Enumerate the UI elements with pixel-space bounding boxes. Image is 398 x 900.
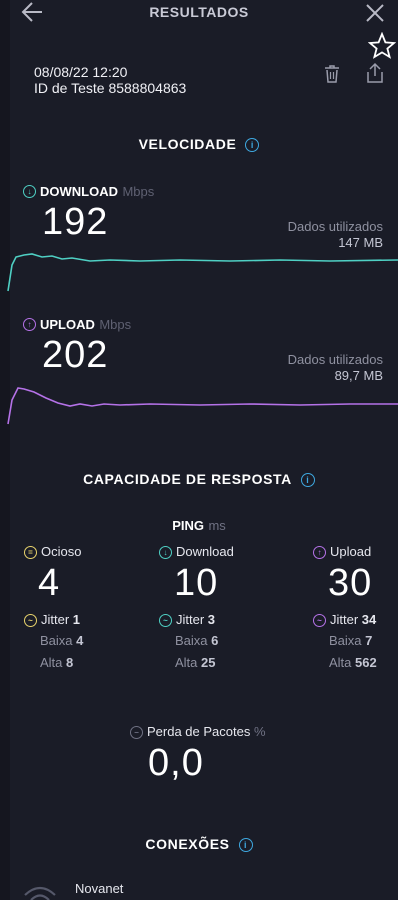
- high-upload-label: Alta: [329, 655, 352, 670]
- ping-idle-label: Ocioso: [41, 544, 82, 559]
- share-button[interactable]: [365, 62, 385, 84]
- jitter-download-label: Jitter: [176, 612, 205, 627]
- connections-title-text: CONEXÕES: [145, 836, 230, 852]
- ping-upload-value: 30: [328, 562, 373, 604]
- ping-unit: ms: [208, 518, 226, 533]
- low-idle: Baixa 4: [40, 633, 83, 648]
- delete-button[interactable]: [322, 64, 342, 84]
- jitter-idle: ~ Jitter 1: [24, 612, 81, 628]
- ping-upload-label: Upload: [330, 544, 372, 559]
- jitter-idle-value: 1: [72, 612, 81, 627]
- jitter-idle-icon: ~: [24, 614, 37, 628]
- jitter-idle-label: Jitter: [41, 612, 70, 627]
- upload-graph: [7, 387, 398, 425]
- high-upload: Alta 562: [329, 655, 377, 670]
- upload-value: 202: [42, 334, 109, 376]
- responsiveness-title-text: CAPACIDADE DE RESPOSTA: [83, 471, 292, 487]
- test-id: ID de Teste 8588804863: [34, 80, 187, 96]
- ping-idle-value: 4: [38, 562, 61, 604]
- download-graph-line: [7, 253, 398, 292]
- ping-download-header: ↓ Download: [159, 544, 234, 560]
- upload-data-label: Dados utilizados: [287, 352, 383, 367]
- low-upload-label: Baixa: [329, 633, 362, 648]
- speed-info-icon[interactable]: i: [245, 138, 260, 153]
- low-upload: Baixa 7: [329, 633, 372, 648]
- ping-download-icon: ↓: [159, 546, 172, 560]
- ping-upload-header: ↑ Upload: [313, 544, 372, 560]
- low-download-label: Baixa: [175, 633, 208, 648]
- screen-title: RESULTADOS: [149, 4, 249, 20]
- jitter-download-value: 3: [207, 612, 216, 627]
- download-value: 192: [42, 201, 109, 243]
- high-upload-value: 562: [355, 655, 377, 670]
- low-idle-value: 4: [76, 633, 84, 648]
- packet-loss-icon: −: [130, 726, 143, 740]
- low-upload-value: 7: [365, 633, 373, 648]
- high-idle: Alta 8: [40, 655, 73, 670]
- upload-header: ↑ UPLOAD Mbps: [23, 316, 131, 334]
- packet-loss-value: 0,0: [148, 742, 204, 784]
- high-download-label: Alta: [175, 655, 198, 670]
- upload-graph-line: [7, 387, 398, 425]
- download-header: ↓ DOWNLOAD Mbps: [23, 183, 154, 201]
- ping-upload-icon: ↑: [313, 546, 326, 560]
- connections-info-icon[interactable]: i: [238, 838, 253, 853]
- idle-icon: =: [24, 546, 37, 560]
- jitter-download: ~ Jitter 3: [159, 612, 216, 628]
- download-data-label: Dados utilizados: [287, 219, 383, 234]
- speed-title-text: VELOCIDADE: [138, 136, 237, 152]
- upload-arrow-icon: ↑: [23, 318, 36, 332]
- ping-label: PING: [172, 518, 204, 533]
- high-download: Alta 25: [175, 655, 216, 670]
- high-download-value: 25: [201, 655, 216, 670]
- test-date: 08/08/22 12:20: [34, 64, 128, 80]
- connections-section-title: CONEXÕES i: [0, 836, 398, 853]
- jitter-upload: ~ Jitter 34: [313, 612, 377, 628]
- share-icon: [367, 62, 383, 83]
- ping-download-value: 10: [174, 562, 219, 604]
- star-icon: [367, 31, 397, 59]
- connection-provider: Novanet: [75, 881, 124, 896]
- jitter-upload-value: 34: [361, 612, 377, 627]
- responsiveness-info-icon[interactable]: i: [300, 473, 315, 488]
- jitter-upload-label: Jitter: [330, 612, 359, 627]
- high-idle-label: Alta: [40, 655, 63, 670]
- results-panel: [10, 0, 398, 900]
- high-idle-value: 8: [66, 655, 74, 670]
- close-button[interactable]: [364, 2, 386, 24]
- download-graph: [7, 253, 398, 292]
- favorite-button[interactable]: [367, 31, 397, 60]
- packet-loss-label: Perda de Pacotes: [147, 724, 251, 739]
- low-idle-label: Baixa: [40, 633, 73, 648]
- close-icon: [366, 4, 384, 22]
- low-download: Baixa 6: [175, 633, 218, 648]
- wifi-icon: [24, 886, 56, 900]
- download-arrow-icon: ↓: [23, 185, 36, 199]
- low-download-value: 6: [211, 633, 219, 648]
- upload-label: UPLOAD: [40, 317, 95, 332]
- packet-loss-header: − Perda de Pacotes %: [130, 724, 266, 740]
- ping-idle-header: = Ocioso: [24, 544, 82, 560]
- jitter-upload-icon: ~: [313, 614, 326, 628]
- ping-download-label: Download: [176, 544, 234, 559]
- upload-unit: Mbps: [99, 317, 132, 332]
- speed-section-title: VELOCIDADE i: [0, 136, 398, 153]
- ping-header: PING ms: [0, 517, 398, 535]
- download-label: DOWNLOAD: [40, 184, 118, 199]
- jitter-download-icon: ~: [159, 614, 172, 628]
- responsiveness-section-title: CAPACIDADE DE RESPOSTA i: [0, 471, 398, 488]
- download-unit: Mbps: [122, 184, 155, 199]
- packet-loss-unit: %: [253, 724, 266, 739]
- trash-icon: [325, 65, 339, 83]
